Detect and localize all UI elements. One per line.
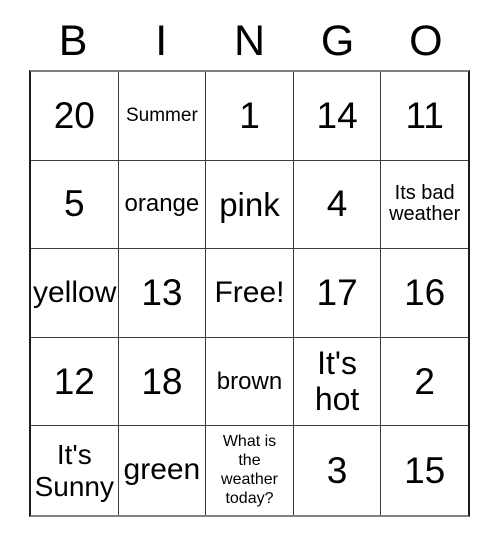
- bingo-card: B I N G O 20 Summer 1 14 11 5 orange pin…: [0, 0, 500, 544]
- bingo-cell-text: 11: [405, 94, 444, 136]
- bingo-header-letter-i: I: [155, 17, 168, 65]
- bingo-row: 5 orange pink 4 Its bad weather: [31, 160, 468, 250]
- bingo-cell[interactable]: 13: [119, 249, 207, 337]
- bingo-cell[interactable]: 2: [381, 338, 468, 426]
- bingo-cell[interactable]: Summer: [119, 72, 207, 160]
- bingo-cell[interactable]: brown: [206, 337, 294, 426]
- bingo-cell-text: 5: [64, 183, 85, 225]
- bingo-cell-text: 3: [326, 449, 348, 491]
- bingo-cell-text: orange: [124, 190, 200, 218]
- bingo-cell-text: 14: [316, 94, 358, 136]
- bingo-header-letter-o: O: [409, 17, 443, 65]
- bingo-cell[interactable]: 5: [31, 160, 119, 249]
- bingo-cell[interactable]: 12: [31, 337, 119, 426]
- bingo-cell-text: 2: [414, 360, 435, 402]
- bingo-row: yellow 13 Free! 17 16: [31, 249, 468, 338]
- bingo-header-row: B I N G O: [29, 13, 470, 70]
- bingo-cell[interactable]: orange: [119, 160, 207, 249]
- bingo-cell[interactable]: 15: [381, 426, 468, 515]
- bingo-header-letter-n: N: [233, 17, 265, 65]
- bingo-row: It's Sunny green What is the weather tod…: [31, 426, 468, 515]
- bingo-cell[interactable]: green: [119, 426, 207, 515]
- bingo-row: 20 Summer 1 14 11: [31, 72, 468, 161]
- bingo-cell-text: It's Sunny: [34, 439, 114, 502]
- bingo-cell-text: What is the weather today?: [221, 432, 278, 507]
- bingo-cell-text: 17: [316, 272, 358, 313]
- bingo-cell[interactable]: 18: [119, 337, 207, 426]
- bingo-cell[interactable]: 4: [294, 160, 382, 249]
- bingo-cell-text: green: [123, 453, 201, 487]
- bingo-cell-text: 12: [53, 360, 95, 402]
- bingo-cell-text: yellow: [33, 275, 117, 309]
- bingo-cell[interactable]: It's hot: [294, 337, 382, 426]
- bingo-cell[interactable]: 20: [31, 72, 119, 160]
- bingo-cell-text: 13: [141, 272, 183, 313]
- bingo-grid: 20 Summer 1 14 11 5 orange pink 4 Its ba…: [29, 70, 470, 517]
- bingo-cell[interactable]: What is the weather today?: [206, 426, 294, 515]
- bingo-cell-text: 20: [53, 94, 95, 136]
- bingo-cell-text: It's hot: [314, 344, 360, 417]
- bingo-cell-text: Free!: [214, 275, 285, 309]
- bingo-cell-text: 4: [326, 183, 348, 225]
- bingo-cell[interactable]: It's Sunny: [31, 426, 119, 515]
- bingo-cell[interactable]: 1: [206, 72, 294, 160]
- bingo-cell-text: 1: [239, 94, 260, 136]
- bingo-cell-text: 15: [404, 449, 446, 491]
- bingo-cell-free-space[interactable]: Free!: [206, 249, 294, 337]
- bingo-cell[interactable]: 14: [294, 72, 382, 160]
- bingo-cell[interactable]: yellow: [31, 249, 119, 337]
- bingo-cell[interactable]: 17: [294, 249, 382, 337]
- bingo-header-letter-b: B: [58, 17, 88, 65]
- bingo-cell-text: Summer: [125, 104, 198, 126]
- bingo-cell[interactable]: Its bad weather: [381, 161, 468, 249]
- bingo-cell-text: pink: [219, 185, 280, 223]
- bingo-header-letter-g: G: [320, 17, 355, 65]
- bingo-cell[interactable]: 16: [381, 249, 468, 337]
- bingo-cell[interactable]: 11: [381, 72, 468, 160]
- bingo-cell-text: brown: [216, 367, 283, 395]
- bingo-cell[interactable]: pink: [206, 160, 294, 249]
- bingo-cell-text: Its bad weather: [389, 181, 461, 226]
- bingo-row: 12 18 brown It's hot 2: [31, 337, 468, 427]
- bingo-cell-text: 18: [141, 360, 183, 402]
- bingo-cell[interactable]: 3: [294, 426, 382, 515]
- bingo-cell-text: 16: [404, 272, 446, 313]
